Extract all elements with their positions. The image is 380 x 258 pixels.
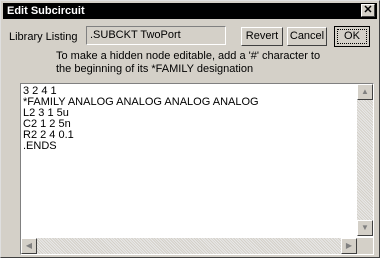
editor-text[interactable]: 3 2 4 1 *FAMILY ANALOG ANALOG ANALOG ANA… — [23, 86, 353, 152]
arrow-right-icon: ▶ — [345, 241, 353, 250]
close-icon: ✕ — [363, 4, 373, 16]
window-title: Edit Subcircuit — [7, 5, 85, 17]
title-bar: Edit Subcircuit ✕ — [3, 3, 377, 19]
library-listing-field[interactable]: .SUBCKT TwoPort — [86, 26, 226, 45]
ok-button-label: OK — [337, 29, 367, 44]
scroll-left-button[interactable]: ◀ — [21, 238, 37, 254]
hint-text: To make a hidden node editable, add a '#… — [56, 50, 320, 76]
scroll-down-button[interactable]: ▼ — [357, 220, 373, 236]
scrollbar-corner — [357, 238, 373, 254]
arrow-down-icon: ▼ — [361, 223, 369, 232]
scroll-up-button[interactable]: ▲ — [357, 84, 373, 100]
cancel-button[interactable]: Cancel — [287, 27, 327, 46]
scroll-right-button[interactable]: ▶ — [341, 238, 357, 254]
hint-line-1: To make a hidden node editable, add a '#… — [56, 50, 321, 62]
library-listing-label: Library Listing — [9, 31, 78, 43]
arrow-left-icon: ◀ — [25, 241, 33, 250]
edit-subcircuit-dialog: Edit Subcircuit ✕ Library Listing .SUBCK… — [0, 0, 380, 258]
revert-button[interactable]: Revert — [241, 27, 283, 46]
ok-button[interactable]: OK — [334, 26, 370, 47]
horizontal-scrollbar[interactable]: ◀ ▶ — [21, 238, 357, 254]
hint-line-2: the beginning of its *FAMILY designation — [56, 63, 254, 75]
close-button[interactable]: ✕ — [361, 4, 375, 17]
subcircuit-text-editor[interactable]: 3 2 4 1 *FAMILY ANALOG ANALOG ANALOG ANA… — [20, 83, 374, 255]
arrow-up-icon: ▲ — [361, 87, 369, 96]
vertical-scrollbar[interactable]: ▲ ▼ — [357, 84, 373, 236]
